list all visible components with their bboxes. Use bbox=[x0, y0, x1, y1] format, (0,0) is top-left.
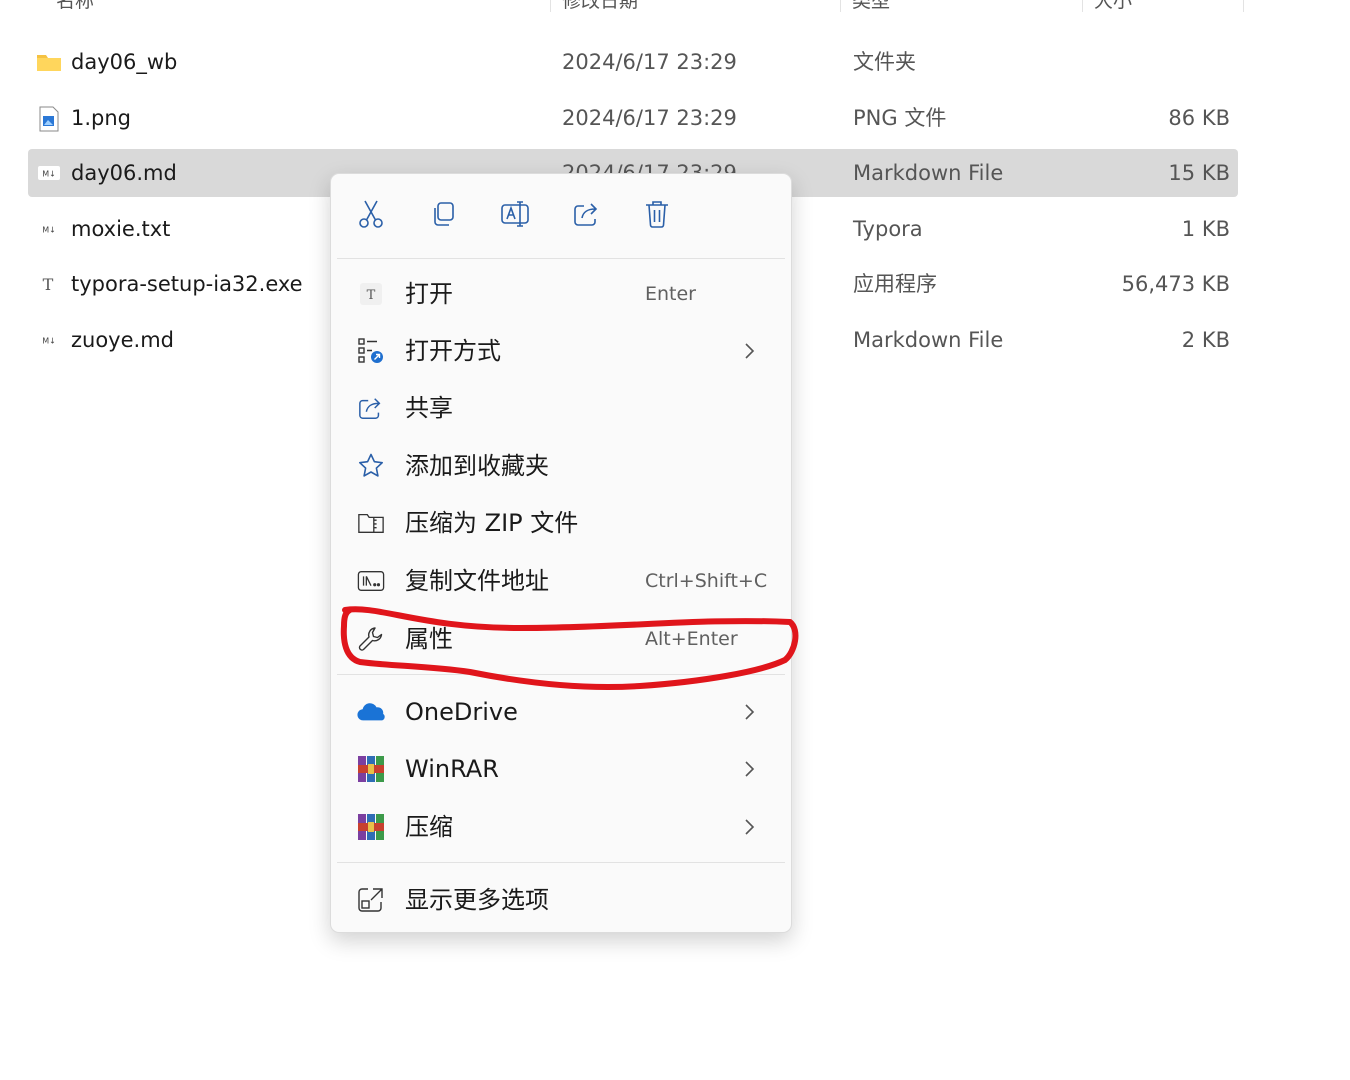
file-name: moxie.txt bbox=[71, 217, 171, 241]
chevron-right-icon bbox=[737, 700, 761, 724]
svg-text:T: T bbox=[367, 288, 376, 303]
cut-icon bbox=[357, 199, 385, 233]
column-separator[interactable] bbox=[1243, 0, 1244, 12]
menu-item-share[interactable]: 共享 bbox=[339, 381, 785, 435]
delete-button[interactable] bbox=[637, 196, 677, 236]
folder-icon bbox=[36, 50, 62, 74]
menu-item-compress[interactable]: 压缩 bbox=[339, 800, 785, 854]
quick-action-bar bbox=[331, 174, 791, 258]
menu-item-label: 压缩为 ZIP 文件 bbox=[405, 509, 579, 537]
winrar-icon bbox=[357, 755, 385, 783]
copy-path-icon bbox=[357, 567, 385, 595]
menu-divider bbox=[337, 862, 785, 863]
menu-item-label: 打开方式 bbox=[405, 337, 501, 365]
file-type: 应用程序 bbox=[853, 272, 937, 296]
column-header-date[interactable]: 修改日期 bbox=[562, 0, 638, 22]
menu-item-copy-path[interactable]: 复制文件地址 Ctrl+Shift+C bbox=[339, 554, 785, 608]
file-row[interactable]: 1.png 2024/6/17 23:29 PNG 文件 86 KB bbox=[28, 94, 1238, 142]
column-separator[interactable] bbox=[1082, 0, 1083, 12]
file-date: 2024/6/17 23:29 bbox=[562, 50, 737, 74]
column-separator[interactable] bbox=[550, 0, 551, 12]
rename-icon bbox=[500, 199, 530, 233]
open-icon: T bbox=[357, 280, 385, 308]
markdown-file-icon: M↓ bbox=[36, 217, 62, 241]
markdown-file-icon: M↓ bbox=[36, 328, 62, 352]
copy-icon bbox=[429, 200, 457, 232]
column-separator[interactable] bbox=[840, 0, 841, 12]
file-name: 1.png bbox=[71, 106, 132, 130]
chevron-right-icon bbox=[737, 339, 761, 363]
menu-item-open[interactable]: T 打开 Enter bbox=[339, 267, 785, 321]
menu-item-label: 添加到收藏夹 bbox=[405, 452, 549, 480]
file-type: 文件夹 bbox=[853, 50, 916, 74]
chevron-right-icon bbox=[737, 815, 761, 839]
menu-item-add-favorites[interactable]: 添加到收藏夹 bbox=[339, 439, 785, 493]
file-type: PNG 文件 bbox=[853, 106, 947, 130]
menu-item-onedrive[interactable]: OneDrive bbox=[339, 685, 785, 739]
svg-text:M↓: M↓ bbox=[42, 170, 56, 179]
menu-item-label: OneDrive bbox=[405, 698, 518, 726]
winrar-icon bbox=[357, 813, 385, 841]
markdown-file-icon: M↓ bbox=[36, 161, 62, 185]
column-header-size[interactable]: 大小 bbox=[1094, 0, 1132, 22]
menu-divider bbox=[337, 258, 785, 259]
open-with-icon bbox=[357, 337, 385, 365]
more-options-icon bbox=[357, 886, 385, 914]
wrench-icon bbox=[357, 625, 385, 653]
file-name: day06_wb bbox=[71, 50, 178, 74]
file-type: Markdown File bbox=[853, 328, 1004, 352]
menu-divider bbox=[337, 674, 785, 675]
menu-item-open-with[interactable]: 打开方式 bbox=[339, 324, 785, 378]
svg-text:M↓: M↓ bbox=[42, 337, 56, 346]
file-size: 56,473 KB bbox=[1121, 272, 1230, 296]
png-file-icon bbox=[36, 106, 62, 132]
share-icon bbox=[572, 200, 602, 232]
menu-item-shortcut: Ctrl+Shift+C bbox=[645, 570, 768, 592]
rename-button[interactable] bbox=[495, 196, 535, 236]
column-header-name[interactable]: 名称 bbox=[56, 0, 94, 22]
onedrive-icon bbox=[357, 698, 385, 726]
menu-item-label: 复制文件地址 bbox=[405, 567, 549, 595]
column-header-type[interactable]: 类型 bbox=[852, 0, 890, 22]
menu-item-label: 属性 bbox=[405, 625, 453, 653]
file-type: Typora bbox=[853, 217, 923, 241]
svg-text:T: T bbox=[43, 275, 54, 294]
cut-button[interactable] bbox=[351, 196, 391, 236]
file-size: 1 KB bbox=[1181, 217, 1230, 241]
menu-item-label: 共享 bbox=[405, 394, 453, 422]
share-icon bbox=[357, 394, 385, 422]
menu-item-properties[interactable]: 属性 Alt+Enter bbox=[339, 612, 785, 666]
svg-text:M↓: M↓ bbox=[42, 226, 56, 235]
delete-icon bbox=[643, 199, 671, 233]
file-size: 15 KB bbox=[1168, 161, 1230, 185]
menu-item-shortcut: Enter bbox=[645, 283, 696, 305]
menu-item-shortcut: Alt+Enter bbox=[645, 628, 738, 650]
chevron-right-icon bbox=[737, 757, 761, 781]
file-name: typora-setup-ia32.exe bbox=[71, 272, 303, 296]
file-name: day06.md bbox=[71, 161, 177, 185]
share-button[interactable] bbox=[567, 196, 607, 236]
file-name: zuoye.md bbox=[71, 328, 174, 352]
zip-icon bbox=[357, 509, 385, 537]
typora-exe-icon: T bbox=[36, 272, 62, 296]
file-date: 2024/6/17 23:29 bbox=[562, 106, 737, 130]
menu-item-label: 打开 bbox=[405, 280, 453, 308]
star-icon bbox=[357, 452, 385, 480]
context-menu: T 打开 Enter 打开方式 共享 添加到收藏夹 压缩为 ZIP 文件 复制文… bbox=[330, 173, 792, 933]
file-type: Markdown File bbox=[853, 161, 1004, 185]
menu-item-show-more-options[interactable]: 显示更多选项 bbox=[339, 873, 785, 927]
menu-item-label: WinRAR bbox=[405, 755, 499, 783]
menu-item-label: 压缩 bbox=[405, 813, 453, 841]
file-size: 86 KB bbox=[1168, 106, 1230, 130]
copy-button[interactable] bbox=[423, 196, 463, 236]
menu-item-compress-zip[interactable]: 压缩为 ZIP 文件 bbox=[339, 496, 785, 550]
file-row[interactable]: day06_wb 2024/6/17 23:29 文件夹 bbox=[28, 38, 1238, 86]
menu-item-label: 显示更多选项 bbox=[405, 886, 549, 914]
menu-item-winrar[interactable]: WinRAR bbox=[339, 742, 785, 796]
file-size: 2 KB bbox=[1181, 328, 1230, 352]
column-header: 名称 修改日期 类型 大小 bbox=[0, 0, 1245, 22]
